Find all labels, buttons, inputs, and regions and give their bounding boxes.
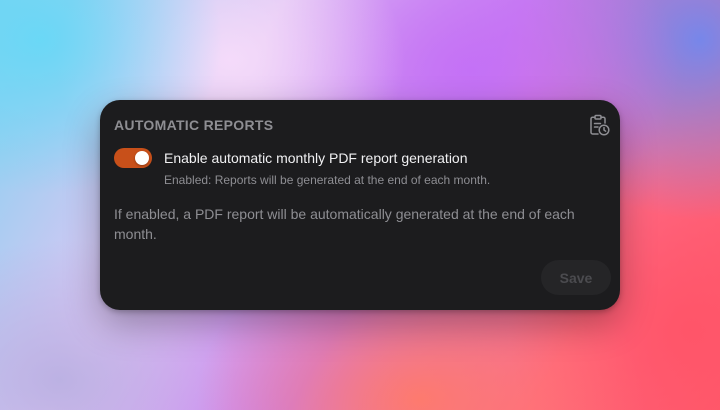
clipboard-clock-icon: [588, 114, 610, 136]
automatic-reports-card: AUTOMATIC REPORTS Enable automatic month…: [100, 100, 620, 310]
toggle-label: Enable automatic monthly PDF report gene…: [164, 150, 468, 166]
auto-report-toggle[interactable]: [114, 148, 152, 168]
card-title: AUTOMATIC REPORTS: [114, 117, 274, 133]
toggle-knob: [135, 151, 149, 165]
save-button[interactable]: Save: [541, 260, 611, 295]
toggle-status-text: Enabled: Reports will be generated at th…: [164, 173, 491, 187]
description-text: If enabled, a PDF report will be automat…: [114, 206, 575, 242]
